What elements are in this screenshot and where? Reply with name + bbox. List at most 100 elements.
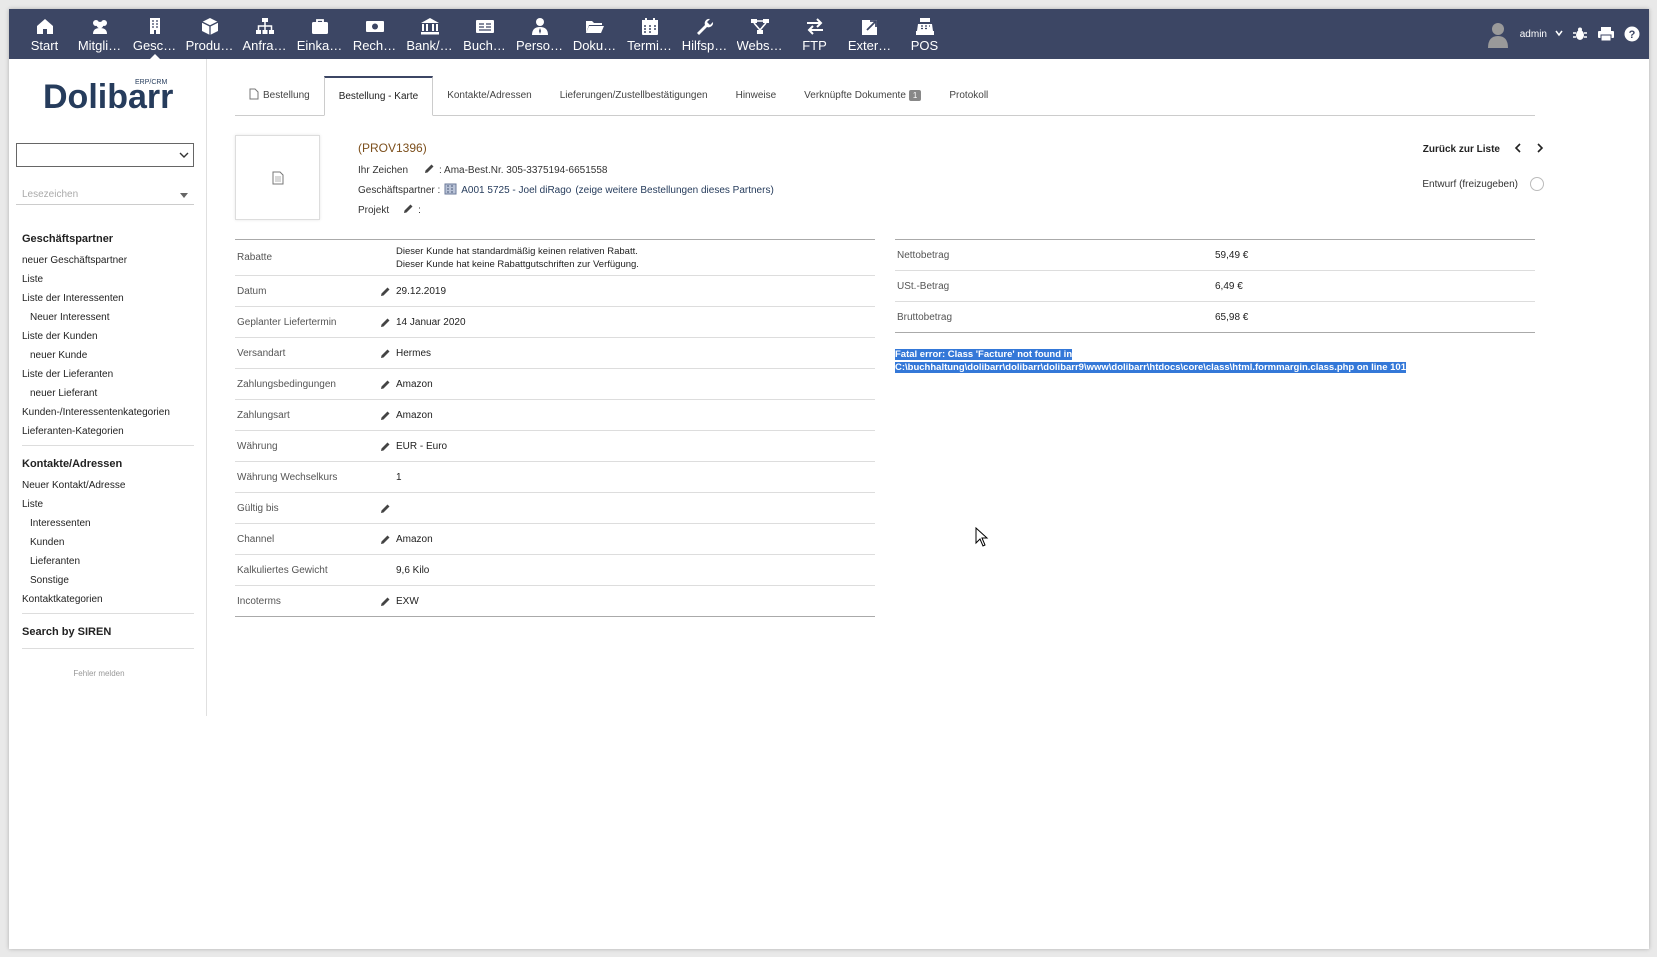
thirdparty-link[interactable]: A001 5725 - Joel diRago: [461, 185, 571, 196]
sidebar-item[interactable]: Liste: [22, 495, 194, 514]
pencil-icon[interactable]: [380, 410, 396, 421]
total-label: USt.-Betrag: [897, 280, 950, 292]
money-icon: [365, 17, 385, 35]
sidebar-item[interactable]: Neuer Interessent: [22, 308, 194, 327]
sidebar-section-heading[interactable]: Geschäftspartner: [22, 227, 194, 251]
pencil-icon[interactable]: [380, 379, 396, 390]
pencil-icon[interactable]: [380, 286, 396, 297]
top-menu-item[interactable]: Gesc…: [127, 9, 182, 59]
chevron-right-icon[interactable]: [1536, 143, 1544, 156]
chevron-down-icon: [179, 150, 189, 162]
ref-customer-line: Ihr Zeichen : Ama-Best.Nr. 305-3375194-6…: [358, 163, 607, 177]
field-value: Dieser Kunde hat standardmäßig keinen re…: [396, 245, 639, 271]
tab-bar: Bestellung Bestellung - Karte Kontakte/Adr…: [235, 76, 1535, 116]
field-value: 9,6 Kilo: [396, 564, 430, 576]
top-menu-item[interactable]: POS: [897, 9, 952, 59]
top-menu-item[interactable]: Buch…: [457, 9, 512, 59]
thirdparty-more-orders-link[interactable]: (zeige weitere Bestellungen dieses Partn…: [575, 185, 773, 196]
ref-customer-value: : Ama-Best.Nr. 305-3375194-6651558: [439, 164, 608, 176]
sidebar-item[interactable]: neuer Kunde: [22, 346, 194, 365]
tab[interactable]: Hinweise: [722, 75, 791, 115]
sidebar-item[interactable]: Neuer Kontakt/Adresse: [22, 476, 194, 495]
sidebar-item[interactable]: neuer Geschäftspartner: [22, 251, 194, 270]
sidebar-item[interactable]: Kunden: [22, 533, 194, 552]
sidebar-item[interactable]: Liste der Kunden: [22, 327, 194, 346]
top-menu-item[interactable]: Bank/…: [402, 9, 457, 59]
pencil-icon[interactable]: [403, 203, 414, 217]
total-label: Bruttobetrag: [897, 311, 953, 323]
sidebar-section-heading[interactable]: Kontakte/Adressen: [22, 452, 194, 476]
tab[interactable]: Verknüpfte Dokumente 1: [790, 75, 935, 115]
top-menu-item[interactable]: Webs…: [732, 9, 787, 59]
bookmarks-select[interactable]: Lesezeichen: [16, 185, 194, 205]
ledger-icon: [475, 17, 495, 35]
top-menu-item[interactable]: Mitgli…: [72, 9, 127, 59]
top-menu-item[interactable]: Perso…: [512, 9, 567, 59]
external-link-icon: [860, 17, 880, 35]
top-menu-label: Start: [30, 38, 59, 53]
top-menu-item[interactable]: Produ…: [182, 9, 237, 59]
back-to-list-link[interactable]: Zurück zur Liste: [1423, 144, 1500, 155]
top-menu-item[interactable]: Hilfsp…: [677, 9, 732, 59]
fatal-error-line1: Fatal error: Class 'Facture' not found i…: [895, 349, 1073, 360]
top-menu-item[interactable]: Start: [17, 9, 72, 59]
pencil-icon[interactable]: [380, 503, 396, 514]
document-thumbnail[interactable]: [235, 135, 320, 220]
cube-icon: [200, 17, 220, 35]
pencil-icon[interactable]: [380, 348, 396, 359]
help-icon[interactable]: ?: [1623, 25, 1641, 43]
user-name[interactable]: admin: [1520, 29, 1547, 40]
chevron-left-icon[interactable]: [1514, 143, 1522, 156]
tab[interactable]: Bestellung: [235, 75, 324, 115]
print-icon[interactable]: [1597, 25, 1615, 43]
sidebar-item[interactable]: Kunden-/Interessentenkategorien: [22, 403, 194, 422]
sidebar-item[interactable]: Lieferanten: [22, 552, 194, 571]
sidebar-item[interactable]: Kontaktkategorien: [22, 590, 194, 609]
top-menu-item[interactable]: Doku…: [567, 9, 622, 59]
top-menu-label: Gesc…: [132, 38, 177, 53]
field-label: Zahlungsbedingungen: [237, 378, 336, 390]
sidebar-item[interactable]: Liste: [22, 270, 194, 289]
pencil-icon[interactable]: [380, 534, 396, 545]
sidebar-item[interactable]: neuer Lieferant: [22, 384, 194, 403]
sidebar-separator: [22, 648, 194, 649]
field-row: Channel Amazon: [235, 524, 875, 555]
quick-search-select[interactable]: [16, 143, 194, 167]
field-row: Datum 29.12.2019: [235, 276, 875, 307]
total-label: Nettobetrag: [897, 249, 950, 261]
pencil-icon[interactable]: [380, 596, 396, 607]
top-menu-item[interactable]: Termi…: [622, 9, 677, 59]
chevron-down-icon[interactable]: [1555, 28, 1563, 40]
top-menu-item[interactable]: Einka…: [292, 9, 347, 59]
sidebar-item[interactable]: Lieferanten-Kategorien: [22, 422, 194, 441]
record-navigation: Zurück zur Liste: [1423, 143, 1544, 156]
bug-icon[interactable]: [1571, 25, 1589, 43]
top-menu-item[interactable]: FTP: [787, 9, 842, 59]
ref-customer-label: Ihr Zeichen: [358, 164, 409, 176]
field-row: Währung EUR - Euro: [235, 431, 875, 462]
top-menu-item[interactable]: Anfra…: [237, 9, 292, 59]
sidebar-separator: [22, 613, 194, 614]
total-value: 59,49 €: [1215, 249, 1249, 261]
top-menu-item[interactable]: Rech…: [347, 9, 402, 59]
tab[interactable]: Protokoll: [935, 75, 1002, 115]
sidebar-item[interactable]: Interessenten: [22, 514, 194, 533]
report-bug-link[interactable]: Fehler melden: [9, 669, 189, 678]
pencil-icon[interactable]: [424, 163, 435, 177]
pencil-icon[interactable]: [380, 317, 396, 328]
sidebar-item[interactable]: Liste der Interessenten: [22, 289, 194, 308]
field-row: Zahlungsbedingungen Amazon: [235, 369, 875, 400]
top-menu-label: Produ…: [185, 38, 234, 53]
top-menu-label: Hilfsp…: [681, 38, 728, 53]
sidebar-item[interactable]: Sonstige: [22, 571, 194, 590]
pencil-icon[interactable]: [380, 441, 396, 452]
top-menu-item[interactable]: Exter…: [842, 9, 897, 59]
tab[interactable]: Bestellung - Karte: [323, 76, 434, 116]
tab[interactable]: Lieferungen/Zustellbestätigungen: [546, 75, 722, 115]
sidebar-section-heading[interactable]: Search by SIREN: [22, 620, 194, 644]
dolibarr-logo[interactable]: Dolibarr ERP/CRM: [43, 77, 173, 117]
tab[interactable]: Kontakte/Adressen: [433, 75, 546, 115]
sitemap-icon: [255, 17, 275, 35]
user-avatar-icon[interactable]: [1486, 20, 1510, 48]
sidebar-item[interactable]: Liste der Lieferanten: [22, 365, 194, 384]
